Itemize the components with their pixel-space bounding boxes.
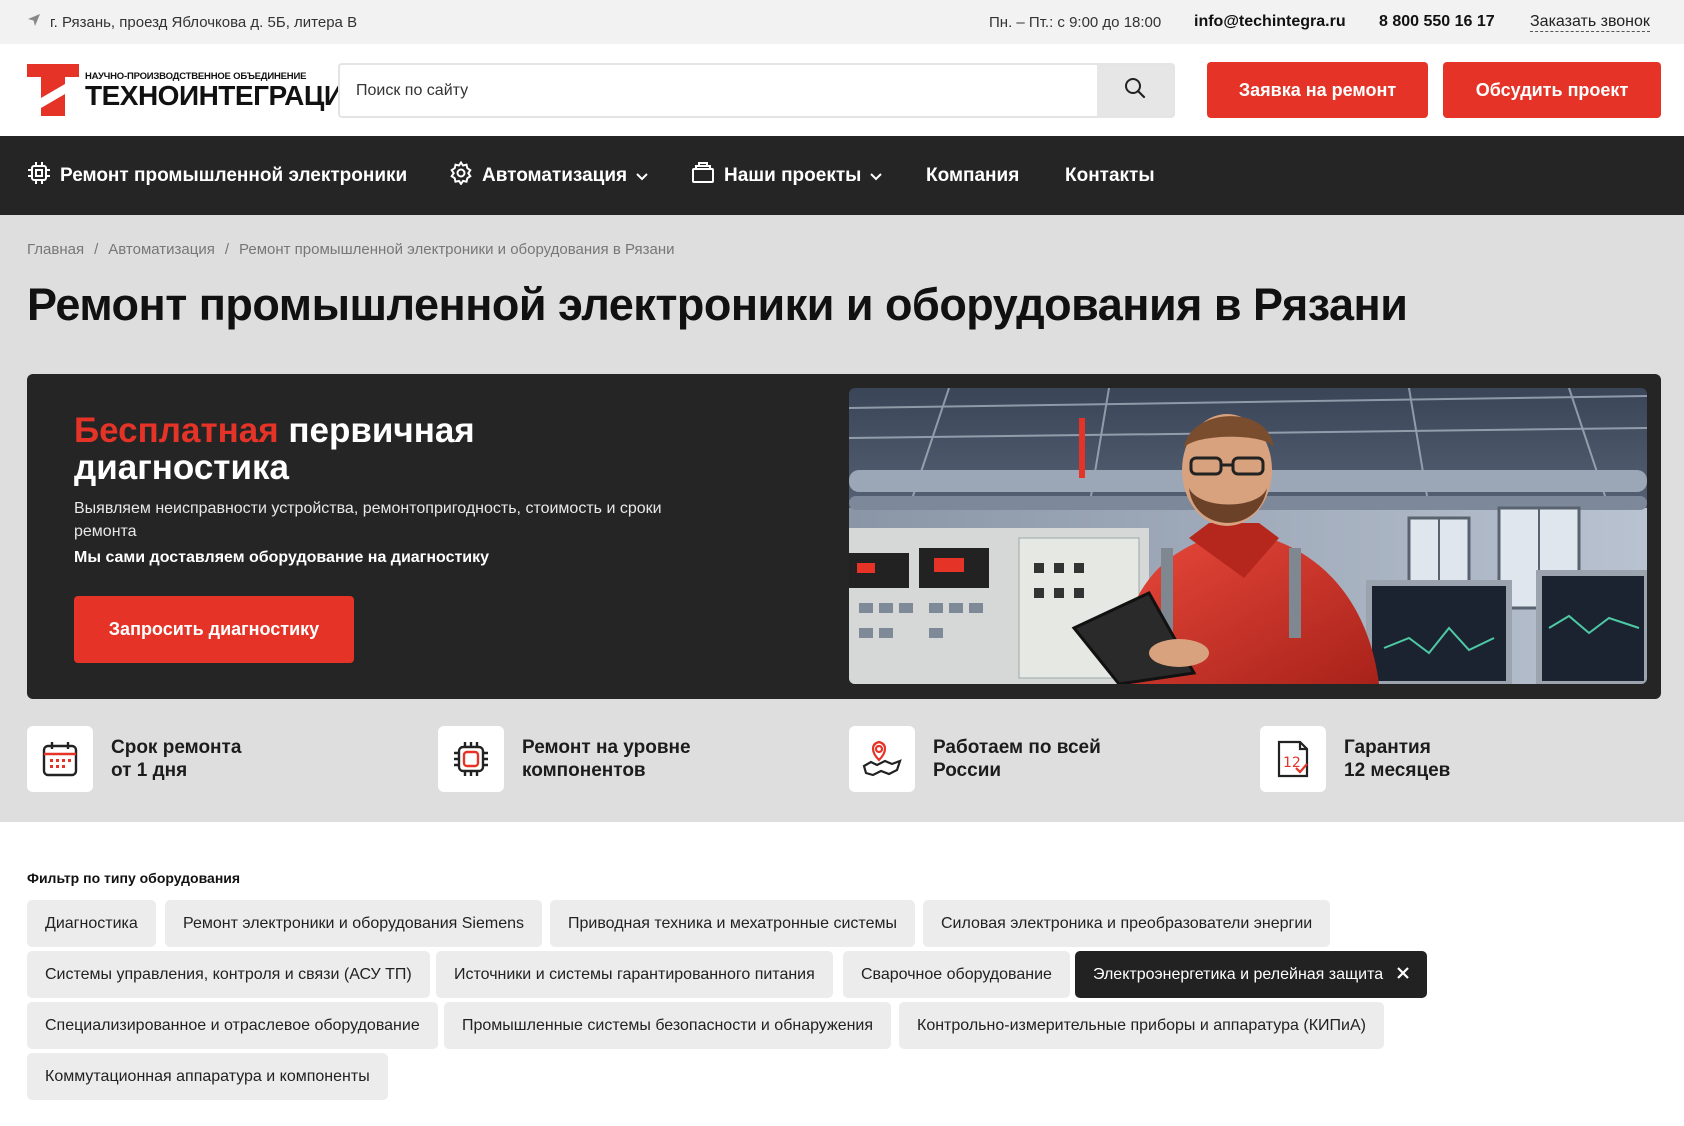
- filter-chip[interactable]: Приводная техника и мехатронные системы: [550, 900, 915, 947]
- logo-mark-icon: [27, 64, 79, 116]
- feature-all-russia: Работаем по всей России: [849, 726, 1101, 792]
- gear-icon: [449, 160, 473, 191]
- banner-title: Бесплатная первичная диагностика: [74, 412, 634, 486]
- feature-component-repair: Ремонт на уровне компонентов: [438, 726, 691, 792]
- feature-line1: Работаем по всей: [933, 737, 1101, 758]
- banner-text: Выявляем неисправности устройства, ремон…: [74, 500, 662, 540]
- nav-item-repair[interactable]: Ремонт промышленной электроники: [27, 136, 407, 215]
- feature-line1: Гарантия: [1344, 737, 1431, 758]
- request-diagnostics-button[interactable]: Запросить диагностику: [74, 596, 354, 663]
- nav-label: Наши проекты: [724, 164, 862, 186]
- nav-item-projects[interactable]: Наши проекты: [691, 136, 883, 215]
- top-bar: г. Рязань, проезд Яблочкова д. 5Б, литер…: [0, 0, 1684, 44]
- chevron-down-icon: [636, 165, 648, 187]
- filter-chip[interactable]: Контрольно-измерительные приборы и аппар…: [899, 1002, 1384, 1049]
- hero-section: Главная / Автоматизация / Ремонт промышл…: [0, 215, 1684, 822]
- filter-chip-active[interactable]: Электроэнергетика и релейная защита: [1075, 951, 1428, 998]
- feature-repair-time: Срок ремонта от 1 дня: [27, 726, 241, 792]
- filter-chip[interactable]: Промышленные системы безопасности и обна…: [444, 1002, 892, 1049]
- filter-label: Фильтр по типу оборудования: [27, 870, 241, 886]
- feature-line1: Ремонт на уровне: [522, 737, 691, 758]
- engineer-photo: [849, 388, 1647, 684]
- filter-chip[interactable]: Источники и системы гарантированного пит…: [436, 951, 833, 998]
- feature-line2: России: [933, 760, 1002, 781]
- search-box: [338, 63, 1175, 118]
- page-title: Ремонт промышленной электроники и оборуд…: [27, 279, 1408, 330]
- work-hours: Пн. – Пт.: с 9:00 до 18:00: [989, 13, 1162, 31]
- logo[interactable]: НАУЧНО-ПРОИЗВОДСТВЕННОЕ ОБЪЕДИНЕНИЕ ТЕХН…: [27, 64, 364, 116]
- logo-title: ТЕХНОИНТЕГРАЦИЯ: [85, 79, 364, 111]
- microchip-icon: [438, 726, 504, 792]
- filter-chip[interactable]: Сварочное оборудование: [843, 951, 1070, 998]
- location-arrow-icon: [27, 13, 41, 31]
- feature-text: Ремонт на уровне компонентов: [522, 736, 691, 782]
- search-icon: [1124, 77, 1146, 104]
- feature-text: Гарантия 12 месяцев: [1344, 736, 1450, 782]
- nav-item-automation[interactable]: Автоматизация: [449, 136, 648, 215]
- address-text: г. Рязань, проезд Яблочкова д. 5Б, литер…: [50, 13, 358, 31]
- filter-chip[interactable]: Специализированное и отраслевое оборудов…: [27, 1002, 438, 1049]
- close-icon[interactable]: [1397, 966, 1409, 984]
- nav-label: Автоматизация: [482, 164, 628, 186]
- diagnostics-banner: Бесплатная первичная диагностика Выявляе…: [27, 374, 1661, 699]
- breadcrumb-automation[interactable]: Автоматизация: [108, 241, 215, 258]
- nav-label: Контакты: [1065, 164, 1155, 186]
- phone-link[interactable]: 8 800 550 16 17: [1379, 0, 1495, 44]
- filter-chip[interactable]: Системы управления, контроля и связи (АС…: [27, 951, 430, 998]
- email-link[interactable]: info@techintegra.ru: [1194, 0, 1346, 44]
- callback-label: Заказать звонок: [1530, 12, 1650, 32]
- repair-request-button[interactable]: Заявка на ремонт: [1207, 62, 1428, 118]
- address: г. Рязань, проезд Яблочкова д. 5Б, литер…: [27, 0, 357, 44]
- feature-text: Работаем по всей России: [933, 736, 1101, 782]
- search-button[interactable]: [1097, 65, 1173, 116]
- header: НАУЧНО-ПРОИЗВОДСТВЕННОЕ ОБЪЕДИНЕНИЕ ТЕХН…: [0, 44, 1684, 136]
- filter-chip[interactable]: Силовая электроника и преобразователи эн…: [923, 900, 1331, 947]
- search-input[interactable]: [340, 65, 1097, 116]
- warranty-icon: 12: [1260, 726, 1326, 792]
- banner-bold-text: Мы сами доставляем оборудование на диагн…: [74, 549, 490, 566]
- nav-item-contacts[interactable]: Контакты: [1065, 136, 1155, 215]
- breadcrumb-separator: /: [94, 241, 99, 258]
- feature-warranty: 12 Гарантия 12 месяцев: [1260, 726, 1450, 792]
- breadcrumb: Главная / Автоматизация / Ремонт промышл…: [27, 241, 674, 258]
- breadcrumb-current: Ремонт промышленной электроники и оборуд…: [239, 241, 675, 258]
- filter-chip[interactable]: Ремонт электроники и оборудования Siemen…: [165, 900, 542, 947]
- feature-text: Срок ремонта от 1 дня: [111, 736, 241, 782]
- nav-label: Компания: [926, 164, 1020, 186]
- filter-chip[interactable]: Коммутационная аппаратура и компоненты: [27, 1053, 388, 1100]
- map-pin-icon: [849, 726, 915, 792]
- calendar-icon: [27, 726, 93, 792]
- projects-icon: [691, 161, 715, 191]
- nav-label: Ремонт промышленной электроники: [60, 164, 408, 186]
- main-nav: Ремонт промышленной электроники Автомати…: [0, 136, 1684, 215]
- feature-line1: Срок ремонта: [111, 737, 242, 758]
- callback-link[interactable]: Заказать звонок: [1530, 0, 1650, 44]
- discuss-project-button[interactable]: Обсудить проект: [1443, 62, 1661, 118]
- chevron-down-icon: [870, 165, 883, 187]
- feature-line2: 12 месяцев: [1344, 760, 1451, 781]
- chip-icon: [27, 161, 51, 191]
- breadcrumb-home[interactable]: Главная: [27, 241, 84, 258]
- logo-text: НАУЧНО-ПРОИЗВОДСТВЕННОЕ ОБЪЕДИНЕНИЕ ТЕХН…: [85, 71, 364, 111]
- feature-line2: от 1 дня: [111, 760, 188, 781]
- features-row: Срок ремонта от 1 дня Ремонт на уровне к…: [27, 726, 1661, 792]
- feature-line2: компонентов: [522, 760, 646, 781]
- filter-chip[interactable]: Диагностика: [27, 900, 156, 947]
- banner-title-accent: Бесплатная: [74, 411, 279, 450]
- nav-item-company[interactable]: Компания: [926, 136, 1019, 215]
- breadcrumb-separator: /: [224, 241, 230, 258]
- filter-chip-label: Электроэнергетика и релейная защита: [1093, 965, 1384, 983]
